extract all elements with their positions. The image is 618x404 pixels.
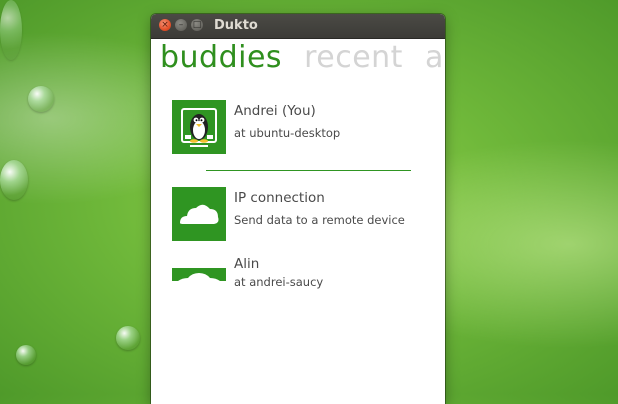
tab-bar: buddies recent about xyxy=(160,40,445,75)
buddy-subtitle: at ubuntu-desktop xyxy=(234,126,341,140)
window-title: Dukto xyxy=(214,18,258,33)
cloud-icon xyxy=(172,187,226,241)
water-droplet xyxy=(116,326,140,350)
divider xyxy=(206,170,411,171)
buddy-subtitle: at andrei-saucy xyxy=(234,275,324,289)
close-window-button[interactable]: × xyxy=(159,19,171,31)
tab-buddies[interactable]: buddies xyxy=(160,40,282,75)
water-droplet xyxy=(0,0,22,60)
dukto-window: × – □ Dukto buddies recent about xyxy=(151,14,445,404)
tab-recent[interactable]: recent xyxy=(304,40,403,75)
water-droplet xyxy=(0,160,28,200)
title-bar: × – □ Dukto xyxy=(151,14,445,39)
minimize-window-button[interactable]: – xyxy=(175,19,187,31)
tab-about[interactable]: about xyxy=(425,40,445,75)
buddy-name: Andrei (You) xyxy=(234,103,316,119)
water-droplet xyxy=(28,86,54,112)
cloud-icon xyxy=(172,268,226,281)
tux-icon xyxy=(172,100,226,154)
buddy-name: Alin xyxy=(234,256,260,272)
buddy-subtitle: Send data to a remote device xyxy=(234,213,405,227)
water-droplet xyxy=(16,345,36,365)
maximize-window-button[interactable]: □ xyxy=(191,19,203,31)
buddy-name: IP connection xyxy=(234,190,325,206)
